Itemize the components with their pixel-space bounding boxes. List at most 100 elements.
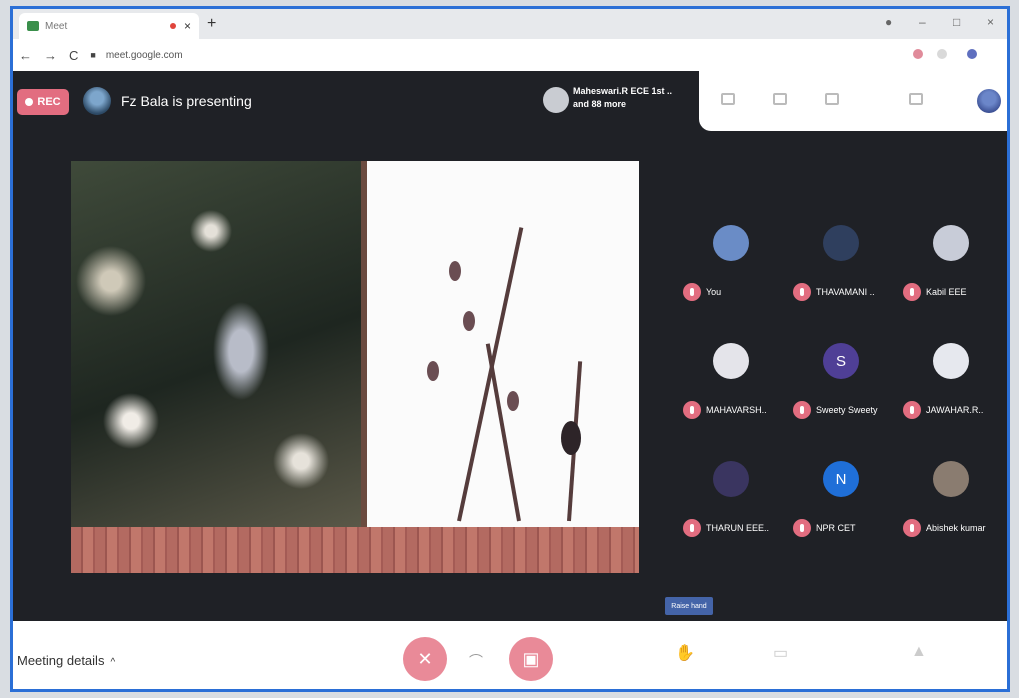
participant-avatar bbox=[933, 343, 969, 379]
participant-avatar bbox=[713, 343, 749, 379]
participants-line-1: Maheswari.R ECE 1st .. bbox=[573, 86, 673, 96]
extension-icon[interactable] bbox=[937, 49, 947, 59]
participant-tile[interactable]: Abishek kumar bbox=[897, 441, 1005, 551]
participant-avatar bbox=[713, 225, 749, 261]
participant-name: Sweety Sweety bbox=[816, 405, 878, 415]
participant-tile[interactable]: You bbox=[677, 205, 785, 315]
mic-muted-icon bbox=[903, 519, 921, 537]
participant-tile[interactable]: Kabil EEE bbox=[897, 205, 1005, 315]
recording-dot-icon bbox=[169, 23, 176, 29]
participant-avatar: N bbox=[823, 461, 859, 497]
participant-name: THAVAMANI .. bbox=[816, 287, 875, 297]
crane-photo bbox=[71, 161, 361, 527]
presenter-avatar bbox=[83, 87, 111, 115]
meet-favicon-icon bbox=[27, 21, 39, 31]
plant-leaf bbox=[463, 311, 475, 331]
extension-icon[interactable] bbox=[913, 49, 923, 59]
captions-icon[interactable]: ▭ bbox=[773, 643, 788, 663]
participant-name-row: THARUN EEE.. bbox=[683, 519, 769, 537]
plant-stem bbox=[485, 343, 521, 522]
activities-icon[interactable] bbox=[825, 93, 839, 105]
participant-name: You bbox=[706, 287, 722, 297]
raise-hand-icon[interactable]: ✋ bbox=[675, 643, 695, 663]
rec-label: REC bbox=[37, 96, 61, 108]
my-avatar[interactable] bbox=[977, 89, 1001, 113]
participant-name-row: Sweety Sweety bbox=[793, 401, 878, 419]
camera-toggle-button[interactable]: ▣ bbox=[509, 637, 553, 681]
participant-tile[interactable]: MAHAVARSH.. bbox=[677, 323, 785, 433]
participant-name: Kabil EEE bbox=[926, 287, 967, 297]
chat-icon[interactable] bbox=[773, 93, 787, 105]
reload-button[interactable]: C bbox=[69, 48, 78, 63]
present-icon[interactable]: ▲ bbox=[911, 643, 927, 661]
participant-avatar bbox=[543, 87, 569, 113]
participant-avatar bbox=[823, 225, 859, 261]
new-tab-button[interactable]: + bbox=[207, 15, 216, 33]
maximize-icon[interactable]: □ bbox=[953, 15, 960, 29]
record-icon bbox=[25, 98, 34, 106]
address-bar: ← → C ■ meet.google.com bbox=[13, 39, 1007, 71]
participant-name-row: JAWAHAR.R.. bbox=[903, 401, 983, 419]
mic-off-icon: ✕ bbox=[417, 648, 433, 669]
raise-hand-badge: Raise hand bbox=[665, 597, 713, 615]
participant-name-row: You bbox=[683, 283, 721, 301]
mic-toggle-button[interactable]: ✕ bbox=[403, 637, 447, 681]
mic-muted-icon bbox=[683, 401, 701, 419]
participants-summary[interactable]: Maheswari.R ECE 1st .. and 88 more bbox=[573, 85, 672, 111]
header-actions bbox=[699, 71, 1007, 131]
participant-name-row: Abishek kumar bbox=[903, 519, 986, 537]
participant-name: Abishek kumar bbox=[926, 523, 986, 533]
wooden-floor bbox=[71, 527, 639, 573]
participant-name-row: THAVAMANI .. bbox=[793, 283, 875, 301]
screen: Meet × + ● – □ × ← → C ■ meet.google.com… bbox=[10, 6, 1010, 692]
presenter-text: Fz Bala is presenting bbox=[121, 93, 252, 109]
participant-name-row: NPR CET bbox=[793, 519, 856, 537]
url-input[interactable]: meet.google.com bbox=[106, 50, 183, 61]
lock-icon: ■ bbox=[90, 50, 96, 60]
participant-tile[interactable]: S Sweety Sweety bbox=[787, 323, 895, 433]
participant-avatar bbox=[713, 461, 749, 497]
back-button[interactable]: ← bbox=[19, 48, 32, 63]
mic-muted-icon bbox=[903, 401, 921, 419]
participant-name: JAWAHAR.R.. bbox=[926, 405, 984, 415]
mic-muted-icon bbox=[793, 401, 811, 419]
plant-leaf bbox=[507, 391, 519, 411]
browser-tab[interactable]: Meet × bbox=[19, 13, 199, 39]
forward-button[interactable]: → bbox=[44, 48, 57, 63]
participant-name: MAHAVARSH.. bbox=[706, 405, 767, 415]
recording-badge: REC bbox=[17, 89, 69, 115]
plant-leaf bbox=[427, 361, 439, 381]
people-icon[interactable] bbox=[721, 93, 735, 105]
participants-line-2: and 88 more bbox=[573, 99, 627, 109]
participant-avatar: S bbox=[823, 343, 859, 379]
meeting-details-button[interactable]: Meeting details ^ bbox=[17, 653, 115, 668]
chevron-up-icon: ^ bbox=[110, 657, 116, 668]
participant-tile[interactable]: JAWAHAR.R.. bbox=[897, 323, 1005, 433]
plant-leaf bbox=[561, 421, 581, 455]
presented-slide bbox=[71, 161, 639, 573]
mic-muted-icon bbox=[793, 519, 811, 537]
profile-avatar-icon[interactable] bbox=[967, 49, 977, 59]
participant-grid: You THAVAMANI .. Kabil EEE MAHAVARSH.. S Swee… bbox=[677, 205, 1003, 575]
participant-avatar bbox=[933, 225, 969, 261]
minimize-icon[interactable]: – bbox=[919, 15, 926, 29]
close-window-icon[interactable]: × bbox=[987, 15, 994, 29]
close-tab-button[interactable]: × bbox=[184, 19, 191, 33]
settings-icon[interactable] bbox=[909, 93, 923, 105]
participant-name-row: MAHAVARSH.. bbox=[683, 401, 767, 419]
plant-leaf bbox=[449, 261, 461, 281]
meeting-details-label: Meeting details bbox=[17, 653, 105, 668]
participant-tile[interactable]: THAVAMANI .. bbox=[787, 205, 895, 315]
mic-muted-icon bbox=[683, 519, 701, 537]
camera-off-icon: ▣ bbox=[522, 648, 540, 669]
mic-muted-icon bbox=[793, 283, 811, 301]
participant-name: THARUN EEE.. bbox=[706, 523, 770, 533]
end-call-button[interactable]: ⌒ bbox=[469, 651, 483, 671]
participant-tile[interactable]: N NPR CET bbox=[787, 441, 895, 551]
tab-title: Meet bbox=[45, 20, 68, 32]
participant-avatar bbox=[933, 461, 969, 497]
bottom-toolbar: Meeting details ^ ✕ ⌒ ▣ ✋ ▭ ▲ bbox=[13, 621, 1007, 689]
profile-icon[interactable]: ● bbox=[885, 15, 892, 29]
participant-name-row: Kabil EEE bbox=[903, 283, 967, 301]
participant-tile[interactable]: THARUN EEE.. bbox=[677, 441, 785, 551]
